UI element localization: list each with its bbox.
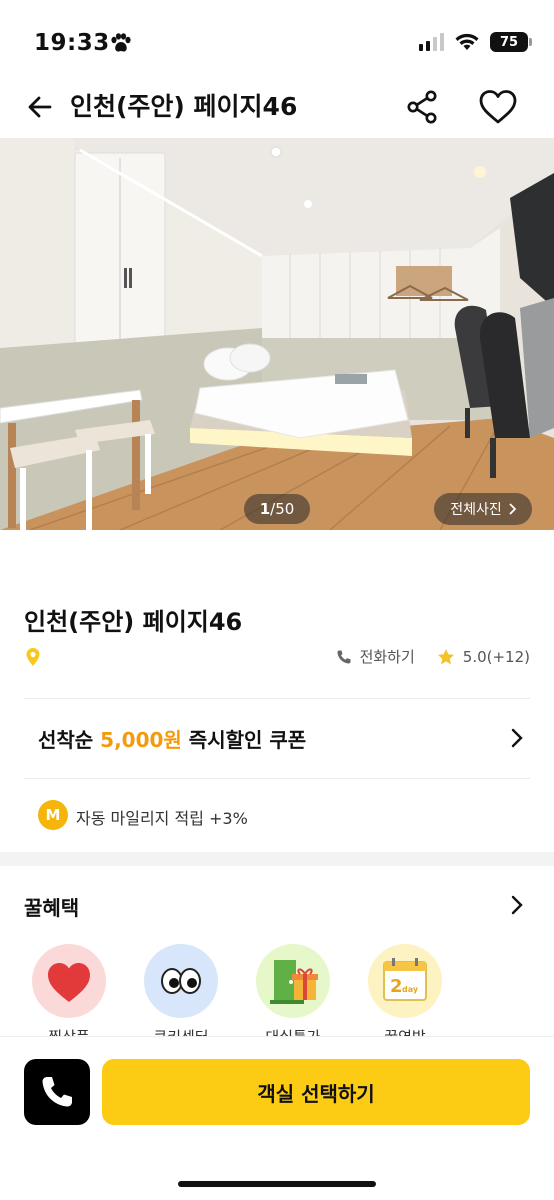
battery-indicator: 75 <box>490 32 532 52</box>
phone-icon <box>42 1077 72 1107</box>
phone-icon <box>337 650 351 663</box>
coupon-prefix: 선착순 <box>38 728 101 752</box>
call-link[interactable]: 전화하기 <box>360 646 415 667</box>
page-title: 인천(주안) 페이지46 <box>70 92 298 121</box>
benefits-title: 꿀혜택 <box>24 896 80 920</box>
all-photos-label: 전체사진 <box>450 502 502 518</box>
rating-text[interactable]: 5.0(+12) <box>463 648 530 666</box>
status-time: 19:33 <box>34 30 110 56</box>
benefit-item-wishlist[interactable] <box>32 944 106 1018</box>
room-photo <box>0 138 554 530</box>
mileage-row: M 자동 마일리지 적립 +3% <box>0 780 554 852</box>
hotel-name: 인천(주안) 페이지46 <box>24 608 243 636</box>
chevron-right-icon <box>511 728 523 748</box>
coupon-row[interactable]: 선착순 5,000원 즉시할인 쿠폰 <box>0 700 554 778</box>
mileage-badge-icon: M <box>38 800 68 830</box>
photo-counter-current: 1 <box>259 500 271 518</box>
benefit-item-dayuse[interactable] <box>256 944 330 1018</box>
photo-counter-total: /50 <box>270 500 295 518</box>
chevron-right-icon <box>509 503 516 515</box>
home-indicator <box>178 1181 376 1187</box>
share-icon[interactable] <box>404 88 440 126</box>
benefit-item-cookie[interactable] <box>144 944 218 1018</box>
back-arrow-icon[interactable] <box>24 90 58 124</box>
contact-rating-row: 전화하기 5.0(+12) <box>336 646 530 667</box>
divider <box>24 778 530 779</box>
coupon-text: 선착순 5,000원 즉시할인 쿠폰 <box>38 724 306 753</box>
coupon-suffix: 즉시할인 쿠폰 <box>181 728 307 752</box>
calendar-2day-icon: 2 day <box>383 958 427 1001</box>
paw-icon <box>111 33 131 52</box>
cellular-signal-icon <box>419 33 444 51</box>
top-app-bar: 인천(주안) 페이지46 <box>0 80 554 136</box>
section-separator <box>0 852 554 866</box>
photo-counter: 1/50 <box>244 494 310 524</box>
chevron-right-icon[interactable] <box>510 894 524 916</box>
room-photo-carousel[interactable]: 1/50 전체사진 <box>0 138 554 530</box>
benefit-item-multinight[interactable]: 2 day <box>368 944 442 1018</box>
select-room-button[interactable]: 객실 선택하기 <box>102 1059 530 1125</box>
bottom-action-bar: 객실 선택하기 <box>0 1036 554 1200</box>
coupon-amount: 5,000원 <box>100 728 182 752</box>
divider <box>24 698 530 699</box>
wifi-icon <box>455 33 479 50</box>
star-icon <box>437 648 454 664</box>
favorite-heart-icon[interactable] <box>478 88 518 126</box>
eyes-icon <box>161 968 201 994</box>
heart-icon <box>48 963 90 1002</box>
mileage-text: 자동 마일리지 적립 +3% <box>76 809 248 828</box>
svg-text:day: day <box>402 985 419 994</box>
location-pin-icon[interactable] <box>25 647 41 667</box>
status-bar: 19:33 75 <box>0 0 554 88</box>
call-button[interactable] <box>24 1059 90 1125</box>
svg-text:2: 2 <box>390 976 403 997</box>
all-photos-button[interactable]: 전체사진 <box>434 493 532 525</box>
door-gift-icon <box>270 960 318 1004</box>
